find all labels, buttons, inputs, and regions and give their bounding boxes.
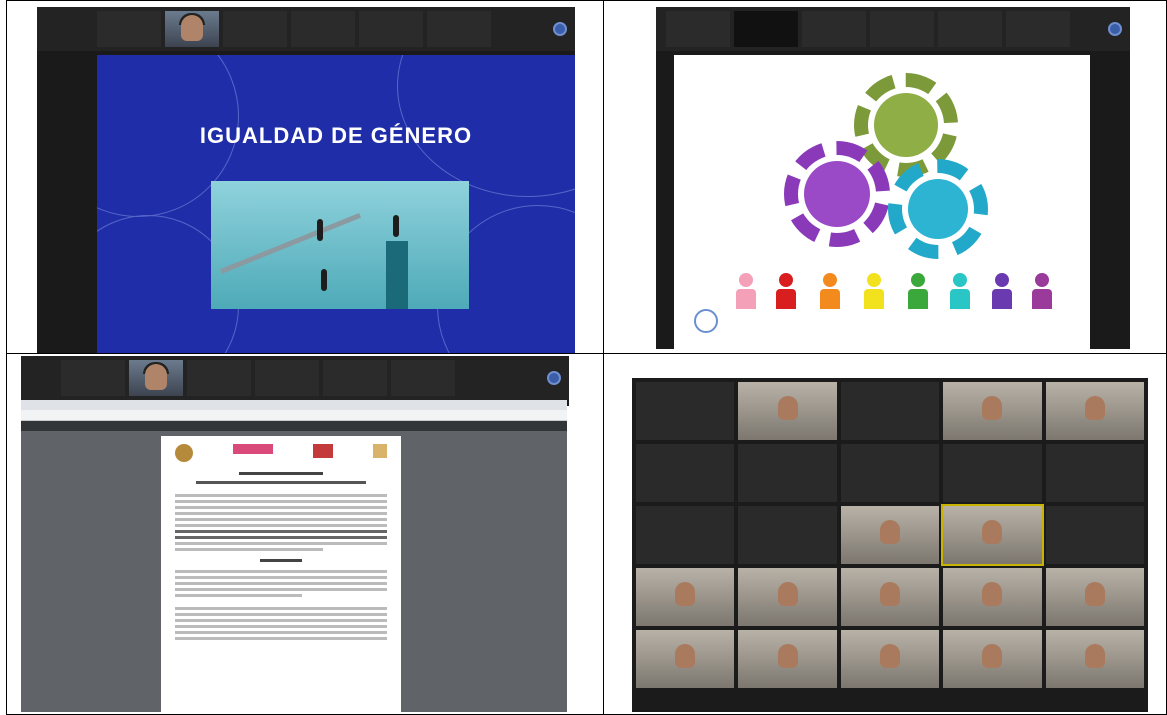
zoom-window <box>21 356 569 406</box>
person-figure-green <box>908 273 928 309</box>
participant-tile[interactable] <box>734 11 798 47</box>
participant-tile[interactable] <box>943 382 1042 440</box>
participant-tile[interactable] <box>427 11 491 47</box>
pdf-toolbar[interactable] <box>21 421 567 431</box>
participant-face <box>879 582 900 606</box>
participant-tile[interactable] <box>840 444 940 502</box>
participant-tile[interactable] <box>323 360 387 396</box>
participant-strip <box>37 7 575 51</box>
participant-tile[interactable] <box>636 630 735 688</box>
participant-face <box>675 582 696 606</box>
letterhead <box>175 444 387 462</box>
person-figure-pink <box>736 273 756 309</box>
participant-video[interactable] <box>129 360 183 396</box>
person-figure-orange <box>820 273 840 309</box>
participant-tile[interactable] <box>738 630 837 688</box>
person-figure-yellow <box>864 273 884 309</box>
participant-tile[interactable] <box>636 444 735 502</box>
cell-slide-gears <box>603 0 1167 354</box>
participant-face <box>777 396 798 420</box>
participant-tile[interactable] <box>391 360 455 396</box>
cell-slide-title: IGUALDAD DE GÉNERO <box>6 0 604 354</box>
participant-video[interactable] <box>165 11 219 47</box>
participant-tile[interactable] <box>840 382 940 440</box>
participant-tile[interactable] <box>1006 11 1070 47</box>
participant-face <box>982 644 1003 668</box>
participant-face <box>777 644 798 668</box>
participant-tile[interactable] <box>738 444 837 502</box>
participant-tile[interactable] <box>636 568 735 626</box>
participant-tile[interactable] <box>636 506 735 564</box>
participant-tile[interactable] <box>291 11 355 47</box>
participant-tile[interactable] <box>840 568 940 626</box>
participant-face <box>879 644 900 668</box>
logo-icon <box>694 309 718 333</box>
participant-tile[interactable] <box>738 568 837 626</box>
participant-tile[interactable] <box>943 444 1042 502</box>
participant-face <box>1084 644 1105 668</box>
participant-tile[interactable] <box>738 506 837 564</box>
pdf-page <box>161 436 401 712</box>
participant-tile[interactable] <box>943 568 1042 626</box>
participant-tile[interactable] <box>1045 568 1144 626</box>
participant-tile[interactable] <box>61 360 125 396</box>
participant-strip <box>21 356 569 400</box>
presentation-slide: IGUALDAD DE GÉNERO <box>97 55 575 353</box>
presentation-slide <box>674 55 1090 349</box>
participant-tile[interactable] <box>359 11 423 47</box>
participant-face <box>777 582 798 606</box>
participant-tile[interactable] <box>636 382 735 440</box>
participant-tile[interactable] <box>802 11 866 47</box>
participant-face <box>1084 396 1105 420</box>
zoom-window: IGUALDAD DE GÉNERO <box>37 7 575 353</box>
participant-tile[interactable] <box>1045 444 1144 502</box>
slide-title: IGUALDAD DE GÉNERO <box>199 123 473 148</box>
person-figure-purple <box>992 273 1012 309</box>
participant-tile[interactable] <box>941 504 1044 566</box>
participant-tile[interactable] <box>223 11 287 47</box>
slide-illustration <box>211 181 469 309</box>
participant-tile[interactable] <box>97 11 161 47</box>
view-toggle-icon[interactable] <box>1108 22 1122 36</box>
participant-tile[interactable] <box>187 360 251 396</box>
participant-tile[interactable] <box>1045 382 1144 440</box>
person-figure-red <box>776 273 796 309</box>
participant-tile[interactable] <box>1045 506 1144 564</box>
browser-window <box>21 400 567 712</box>
participant-tile[interactable] <box>840 506 940 564</box>
participant-tile[interactable] <box>938 11 1002 47</box>
gallery-view <box>632 378 1148 712</box>
cell-document <box>6 353 604 715</box>
participant-face <box>1084 582 1105 606</box>
participant-tile[interactable] <box>1045 630 1144 688</box>
person-figure-cyan <box>950 273 970 309</box>
view-toggle-icon[interactable] <box>547 371 561 385</box>
participant-face <box>982 396 1003 420</box>
person-figure-magenta <box>1032 273 1052 309</box>
screenshot-collage: IGUALDAD DE GÉNERO <box>6 0 1167 715</box>
participant-tile[interactable] <box>840 630 940 688</box>
participant-face <box>982 520 1003 544</box>
zoom-window <box>656 7 1130 349</box>
participant-tile[interactable] <box>666 11 730 47</box>
participant-strip <box>656 7 1130 51</box>
cell-gallery <box>603 353 1167 715</box>
address-bar[interactable] <box>21 410 567 421</box>
participant-face <box>879 520 900 544</box>
participant-face <box>982 582 1003 606</box>
browser-tabs[interactable] <box>21 400 567 410</box>
gear-purple-icon <box>784 141 890 247</box>
participant-tile[interactable] <box>870 11 934 47</box>
participant-tile[interactable] <box>738 382 837 440</box>
participant-tile[interactable] <box>943 630 1042 688</box>
gear-cyan-icon <box>888 159 988 259</box>
view-toggle-icon[interactable] <box>553 22 567 36</box>
participant-face <box>675 644 696 668</box>
participant-tile[interactable] <box>255 360 319 396</box>
